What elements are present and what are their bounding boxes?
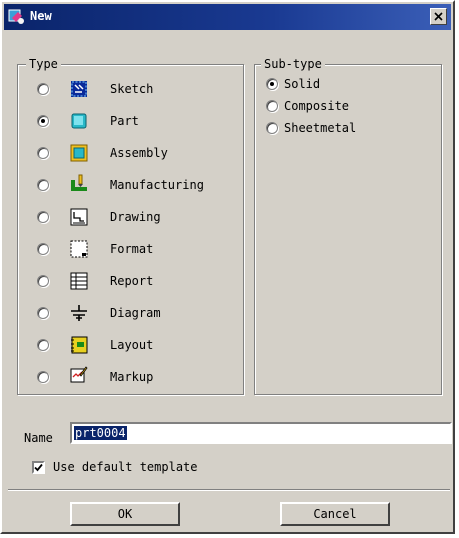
type-label-diagram: Diagram xyxy=(110,306,161,320)
type-radio-markup[interactable] xyxy=(37,367,49,387)
type-label-drawing: Drawing xyxy=(110,210,161,224)
subtype-radio-composite[interactable]: Composite xyxy=(266,96,349,116)
type-radio-report[interactable] xyxy=(37,271,49,291)
name-label: Name xyxy=(24,431,53,445)
ok-button[interactable]: OK xyxy=(70,502,180,526)
type-radio-drawing[interactable] xyxy=(37,207,49,227)
type-label-manufacturing: Manufacturing xyxy=(110,178,204,192)
manufacturing-icon xyxy=(70,174,88,192)
name-value: prt0004 xyxy=(74,426,127,440)
radio-button[interactable] xyxy=(37,307,49,319)
title-bar[interactable]: New xyxy=(4,4,451,30)
close-icon xyxy=(434,12,443,21)
use-default-template-checkbox[interactable] xyxy=(32,460,45,474)
type-label-report: Report xyxy=(110,274,154,288)
subtype-label-composite: Composite xyxy=(284,99,350,113)
radio-button[interactable] xyxy=(266,78,278,90)
name-input[interactable]: prt0004 xyxy=(70,422,452,444)
radio-button[interactable] xyxy=(37,179,49,191)
type-radio-assembly[interactable] xyxy=(37,143,49,163)
radio-button[interactable] xyxy=(37,243,49,255)
diagram-icon xyxy=(70,304,88,322)
subtype-radio-solid[interactable]: Solid xyxy=(266,74,320,94)
type-radio-sketch[interactable] xyxy=(37,79,49,99)
use-default-template-checkbox-row[interactable]: Use default template xyxy=(32,460,198,474)
type-label-part: Part xyxy=(110,114,139,128)
subtype-label-solid: Solid xyxy=(284,77,321,91)
subtype-label-sheetmetal: Sheetmetal xyxy=(284,121,357,135)
checkmark-icon xyxy=(34,463,43,471)
type-label-assembly: Assembly xyxy=(110,146,168,160)
radio-button[interactable] xyxy=(37,147,49,159)
layout-icon xyxy=(70,336,88,354)
close-button[interactable] xyxy=(430,8,447,25)
type-radio-part[interactable] xyxy=(37,111,49,131)
separator xyxy=(8,489,450,491)
type-radio-layout[interactable] xyxy=(37,335,49,355)
type-label-format: Format xyxy=(110,242,154,256)
radio-button[interactable] xyxy=(37,211,49,223)
new-dialog: New Type Sketch Part Assembly Manufactur… xyxy=(0,0,455,534)
type-label-layout: Layout xyxy=(110,338,154,352)
report-icon xyxy=(70,272,88,290)
type-label-markup: Markup xyxy=(110,370,154,384)
radio-button[interactable] xyxy=(37,275,49,287)
radio-button[interactable] xyxy=(266,100,278,112)
subtype-group-legend: Sub-type xyxy=(261,57,325,71)
part-icon xyxy=(70,112,88,130)
radio-button[interactable] xyxy=(37,371,49,383)
cancel-button[interactable]: Cancel xyxy=(280,502,390,526)
sketch-icon xyxy=(70,80,88,98)
drawing-icon xyxy=(70,208,88,226)
type-radio-diagram[interactable] xyxy=(37,303,49,323)
type-label-sketch: Sketch xyxy=(110,82,154,96)
radio-button[interactable] xyxy=(37,339,49,351)
markup-icon xyxy=(70,365,88,383)
radio-button[interactable] xyxy=(266,122,278,134)
subtype-radio-sheetmetal[interactable]: Sheetmetal xyxy=(266,118,356,138)
app-icon xyxy=(8,8,26,26)
type-radio-manufacturing[interactable] xyxy=(37,175,49,195)
type-radio-format[interactable] xyxy=(37,239,49,259)
type-group-legend: Type xyxy=(26,57,61,71)
radio-button[interactable] xyxy=(37,83,49,95)
radio-button[interactable] xyxy=(37,115,49,127)
assembly-icon xyxy=(70,144,88,162)
format-icon xyxy=(70,240,88,258)
use-default-template-label: Use default template xyxy=(53,460,198,474)
window-title: New xyxy=(30,9,52,23)
